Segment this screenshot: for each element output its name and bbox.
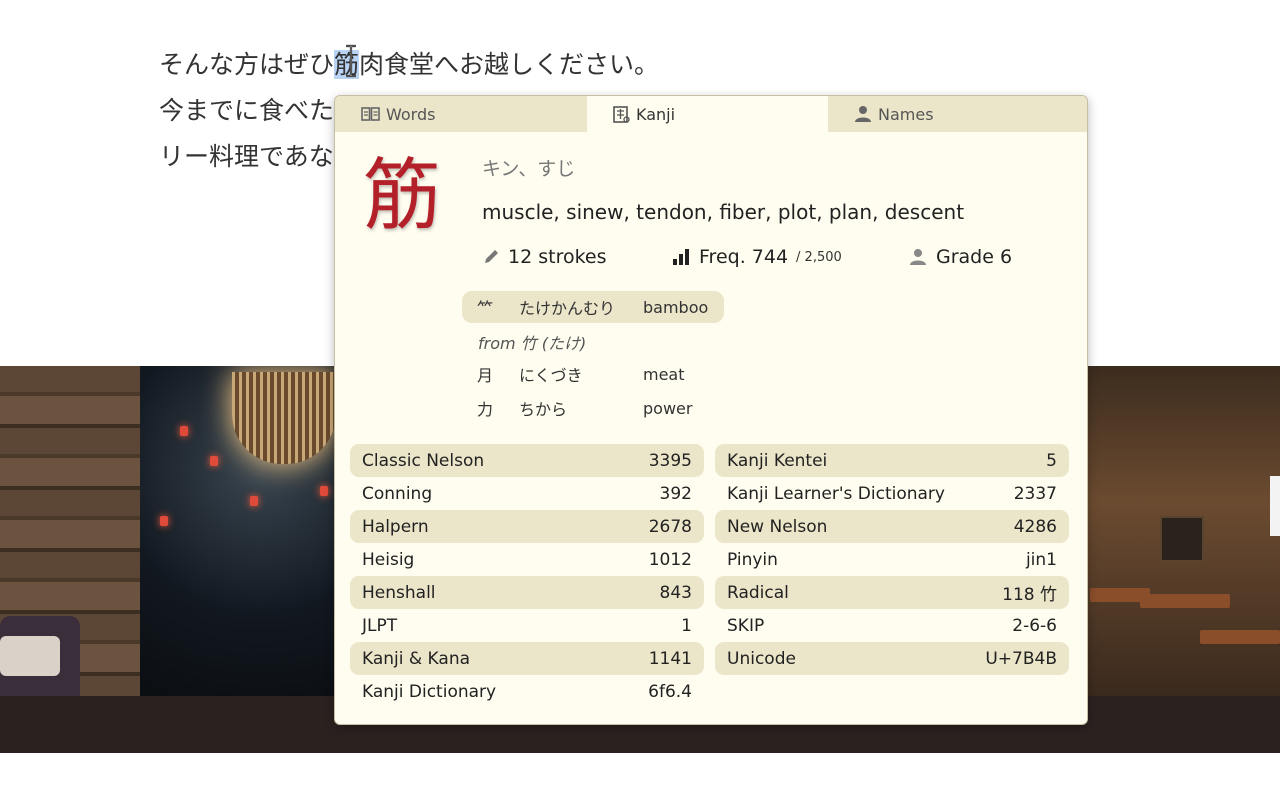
reference-value: jin1 xyxy=(1025,549,1057,570)
grade: Grade 6 xyxy=(908,246,1012,268)
popup-tab-bar: Words Kanji Names xyxy=(335,96,1087,132)
frequency-total: / 2,500 xyxy=(796,249,842,265)
reference-row: Kanji Kentei 5 xyxy=(715,444,1069,477)
reference-value: 1012 xyxy=(648,549,692,570)
reference-name: Pinyin xyxy=(727,549,778,570)
reference-name: Henshall xyxy=(362,582,436,603)
reference-name: New Nelson xyxy=(727,516,828,537)
kanji-readings: キン、すじ xyxy=(482,158,576,180)
reference-row: Conning 392 xyxy=(350,477,704,510)
component-meaning: power xyxy=(643,398,693,418)
component-char: 力 xyxy=(477,400,494,419)
reference-value: 118 竹 xyxy=(1002,585,1057,605)
stroke-count-label: 12 strokes xyxy=(508,246,607,268)
reference-value: 392 xyxy=(659,483,692,504)
reference-row: Kanji & Kana 1141 xyxy=(350,642,704,675)
kanji-character: 筋 xyxy=(363,151,442,241)
stroke-count: 12 strokes xyxy=(482,246,607,268)
person-icon xyxy=(910,249,926,265)
reference-row: New Nelson 4286 xyxy=(715,510,1069,543)
reference-name: Kanji Kentei xyxy=(727,450,828,471)
component-meaning: bamboo xyxy=(643,297,709,317)
component-reading: にくづき xyxy=(519,366,583,385)
reference-value: 2337 xyxy=(1013,483,1057,504)
reference-list-right: Kanji Kentei 5 Kanji Learner's Dictionary… xyxy=(715,444,1069,675)
reference-value: 6f6.4 xyxy=(648,681,692,702)
frequency-label: Freq. 744 xyxy=(699,246,789,268)
frequency: Freq. 744 / 2,500 xyxy=(671,246,842,268)
component-char: 月 xyxy=(477,366,494,385)
text-segment: そんな方はぜひ xyxy=(159,50,335,79)
tab-names[interactable]: Names xyxy=(828,96,1087,132)
reference-name: Kanji Learner's Dictionary xyxy=(727,483,945,504)
reference-row: Pinyin jin1 xyxy=(715,543,1069,576)
component-meaning: meat xyxy=(643,364,685,384)
component-reading: たけかんむり xyxy=(519,299,616,318)
radical-component: ⺮ たけかんむり bamboo xyxy=(462,291,724,323)
reference-row: JLPT 1 xyxy=(350,609,704,642)
kanji-lookup-popup: Words Kanji Names 筋 キン、すじ muscle, sinew,… xyxy=(334,95,1088,725)
reference-name: Heisig xyxy=(362,549,415,570)
reference-row: Heisig 1012 xyxy=(350,543,704,576)
grade-label: Grade 6 xyxy=(936,246,1013,268)
tab-kanji[interactable]: Kanji xyxy=(587,96,828,132)
reference-name: Kanji Dictionary xyxy=(362,681,497,702)
component-row: 力 ちから power xyxy=(462,392,692,424)
reference-row: Radical 118 竹 xyxy=(715,576,1069,609)
pencil-icon xyxy=(485,250,498,263)
reference-name: Unicode xyxy=(727,648,796,669)
reference-value: U+7B4B xyxy=(985,648,1057,669)
reference-value: 2678 xyxy=(648,516,692,537)
reference-row: Unicode U+7B4B xyxy=(715,642,1069,675)
kanji-meanings: muscle, sinew, tendon, fiber, plot, plan… xyxy=(482,200,965,224)
component-row: 月 にくづき meat xyxy=(462,358,685,390)
reference-list-left: Classic Nelson 3395 Conning 392 Halpern 267… xyxy=(350,444,704,708)
radical-origin: from 竹 (たけ) xyxy=(478,334,587,353)
reference-row: Classic Nelson 3395 xyxy=(350,444,704,477)
reference-value: 2-6-6 xyxy=(1012,615,1057,636)
reference-value: 3395 xyxy=(648,450,692,471)
reference-name: Classic Nelson xyxy=(362,450,485,471)
text-cursor-icon xyxy=(346,44,356,78)
text-segment: 肉食堂へお越しください。 xyxy=(359,50,660,79)
tab-names-label: Names xyxy=(878,104,934,124)
kanji-icon xyxy=(613,105,630,123)
tab-words-label: Words xyxy=(386,104,436,124)
reference-name: Kanji & Kana xyxy=(362,648,471,669)
reference-value: 1141 xyxy=(648,648,692,669)
reference-name: Halpern xyxy=(362,516,429,537)
tab-words[interactable]: Words xyxy=(335,96,587,132)
text-line-1: そんな方はぜひ筋肉食堂へお越しください。 xyxy=(159,42,659,88)
reference-value: 843 xyxy=(659,582,692,603)
reference-row: Halpern 2678 xyxy=(350,510,704,543)
person-icon xyxy=(855,106,871,122)
reference-name: Conning xyxy=(362,483,433,504)
reference-value: 1 xyxy=(681,615,692,636)
bar-chart-icon xyxy=(673,249,689,265)
reference-name: Radical xyxy=(727,582,789,603)
reference-row: Kanji Learner's Dictionary 2337 xyxy=(715,477,1069,510)
reference-value: 4286 xyxy=(1013,516,1057,537)
reference-row: Henshall 843 xyxy=(350,576,704,609)
reference-name: SKIP xyxy=(727,615,765,636)
component-reading: ちから xyxy=(519,400,568,419)
tab-kanji-label: Kanji xyxy=(636,104,676,124)
book-icon xyxy=(361,107,380,121)
reference-row: SKIP 2-6-6 xyxy=(715,609,1069,642)
reference-name: JLPT xyxy=(362,615,398,636)
component-char: ⺮ xyxy=(477,299,494,318)
reference-value: 5 xyxy=(1046,450,1057,471)
reference-row: Kanji Dictionary 6f6.4 xyxy=(350,675,704,708)
